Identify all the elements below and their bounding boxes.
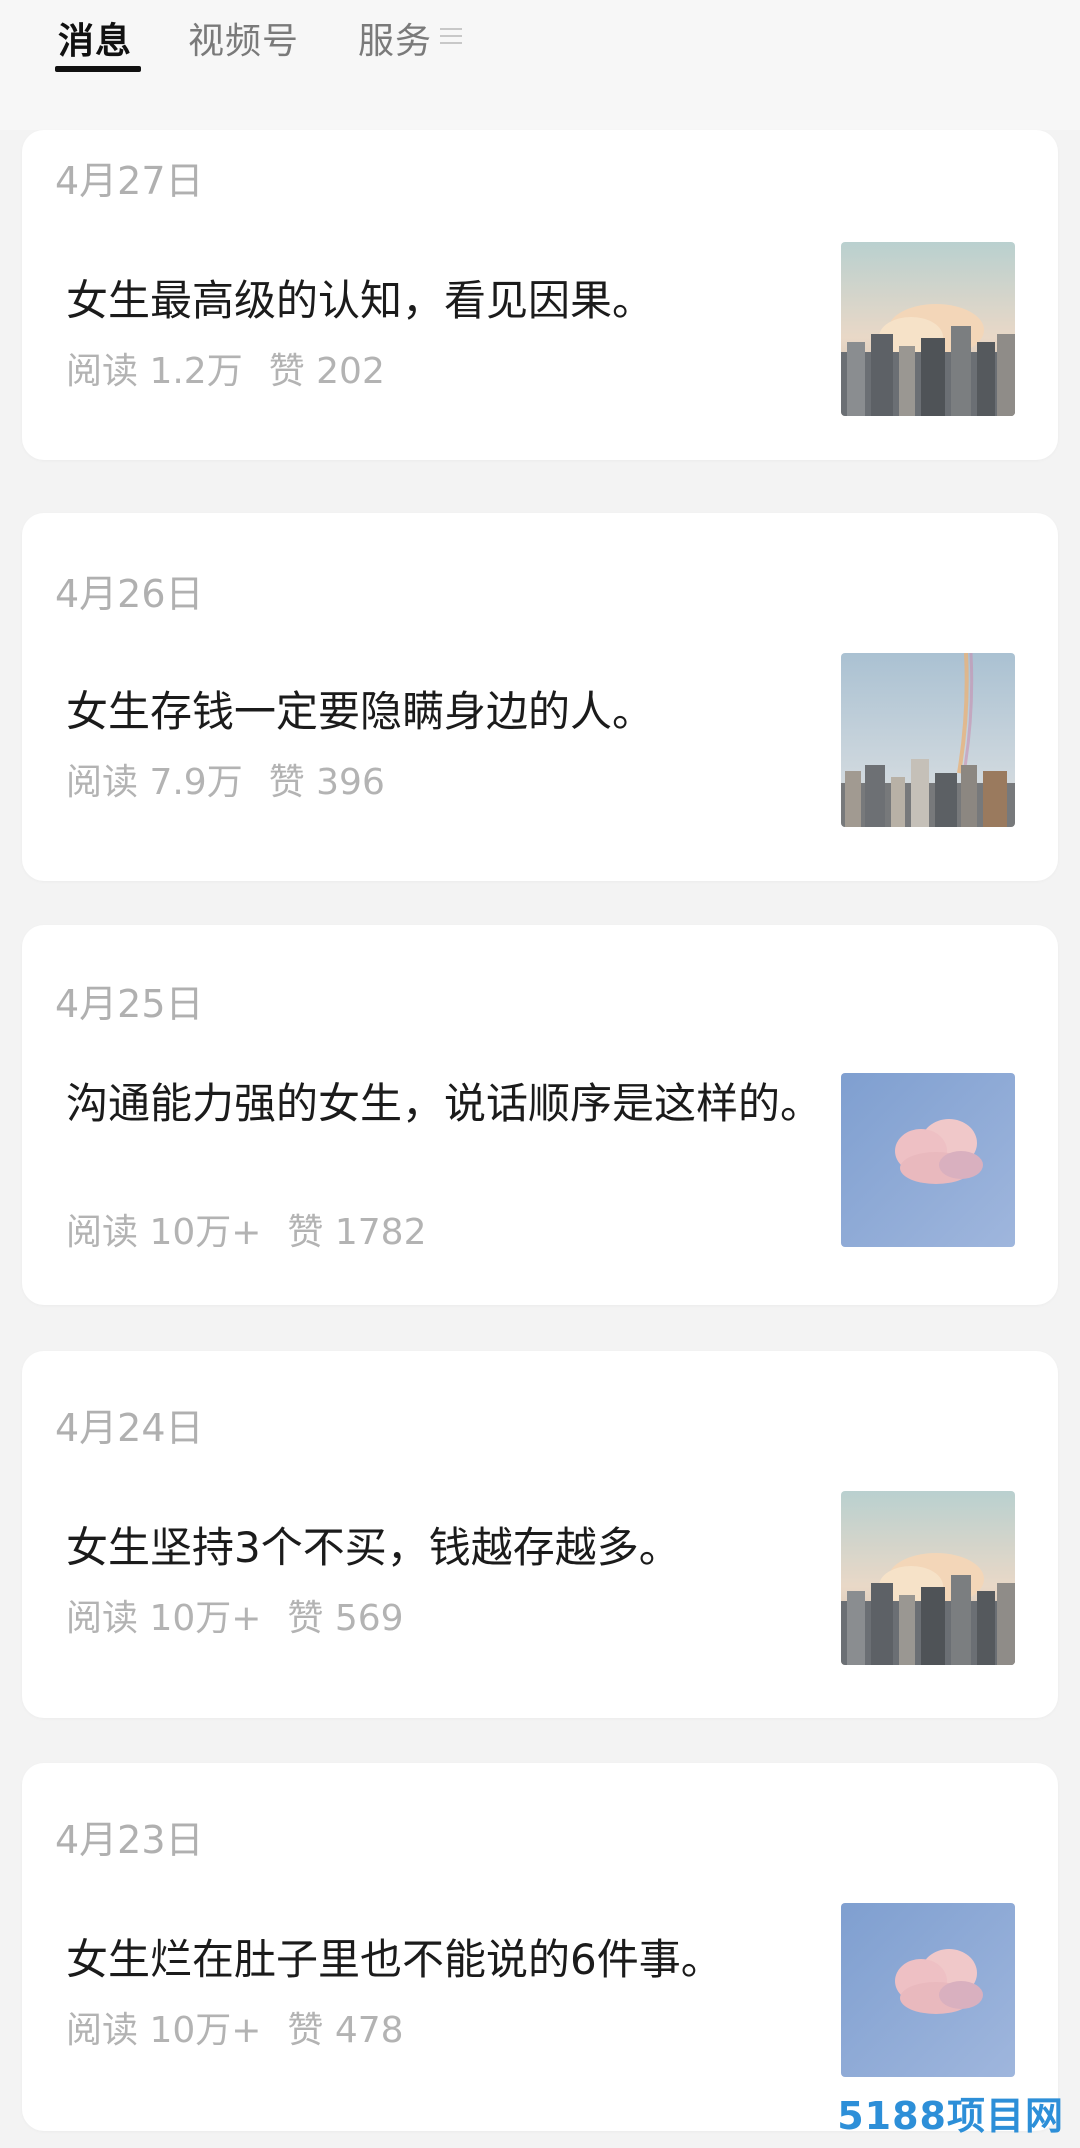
article-title[interactable]: 女生最高级的认知，看见因果。 (66, 270, 826, 332)
tab-channels[interactable]: 视频号 (188, 12, 299, 64)
article-date: 4月24日 (55, 1406, 204, 1450)
active-tab-indicator (55, 66, 141, 72)
tab-messages[interactable]: 消息 (58, 12, 132, 64)
article-card[interactable]: 4月24日 女生坚持3个不买，钱越存越多。 阅读 10万+ 赞 569 (22, 1351, 1058, 1718)
article-title[interactable]: 沟通能力强的女生，说话顺序是这样的。 (66, 1073, 826, 1135)
read-count: 阅读 1.2万 (66, 351, 243, 392)
article-thumbnail[interactable] (841, 242, 1015, 416)
article-stats: 阅读 1.2万赞 202 (66, 342, 385, 394)
article-date: 4月26日 (55, 572, 204, 616)
article-date: 4月27日 (55, 159, 204, 203)
article-title[interactable]: 女生烂在肚子里也不能说的6件事。 (66, 1929, 826, 1991)
read-count: 阅读 10万+ (66, 1212, 262, 1253)
article-stats: 阅读 10万+ 赞 478 (66, 2001, 404, 2053)
article-thumbnail[interactable] (841, 1073, 1015, 1247)
article-card[interactable]: 4月23日 女生烂在肚子里也不能说的6件事。 阅读 10万+ 赞 478 (22, 1763, 1058, 2131)
article-stats: 阅读 7.9万赞 396 (66, 753, 385, 805)
like-count: 赞 396 (268, 762, 385, 803)
article-stats: 阅读 10万+ 赞 569 (66, 1589, 404, 1641)
article-thumbnail[interactable] (841, 1903, 1015, 2077)
article-card[interactable]: 4月25日 沟通能力强的女生，说话顺序是这样的。 阅读 10万+ 赞 1782 (22, 925, 1058, 1305)
article-card[interactable]: 4月26日 女生存钱一定要隐瞒身边的人。 阅读 7.9万赞 396 (22, 513, 1058, 881)
tab-services[interactable]: 服务 (358, 12, 432, 64)
article-date: 4月25日 (55, 982, 204, 1026)
watermark-logo: 5188项目网 (837, 2094, 1064, 2138)
like-count: 赞 569 (287, 1598, 404, 1639)
read-count: 阅读 7.9万 (66, 762, 243, 803)
article-title[interactable]: 女生坚持3个不买，钱越存越多。 (66, 1517, 826, 1579)
article-date: 4月23日 (55, 1818, 204, 1862)
read-count: 阅读 10万+ (66, 2010, 262, 2051)
like-count: 赞 1782 (287, 1212, 427, 1253)
article-stats: 阅读 10万+ 赞 1782 (66, 1203, 426, 1255)
article-thumbnail[interactable] (841, 1491, 1015, 1665)
menu-icon[interactable] (440, 28, 462, 46)
like-count: 赞 478 (287, 2010, 404, 2051)
article-title[interactable]: 女生存钱一定要隐瞒身边的人。 (66, 681, 826, 743)
top-tab-bar: 消息 视频号 服务 (0, 0, 1080, 130)
article-card[interactable]: 4月27日 女生最高级的认知，看见因果。 阅读 1.2万赞 202 (22, 130, 1058, 460)
article-thumbnail[interactable] (841, 653, 1015, 827)
like-count: 赞 202 (268, 351, 385, 392)
read-count: 阅读 10万+ (66, 1598, 262, 1639)
